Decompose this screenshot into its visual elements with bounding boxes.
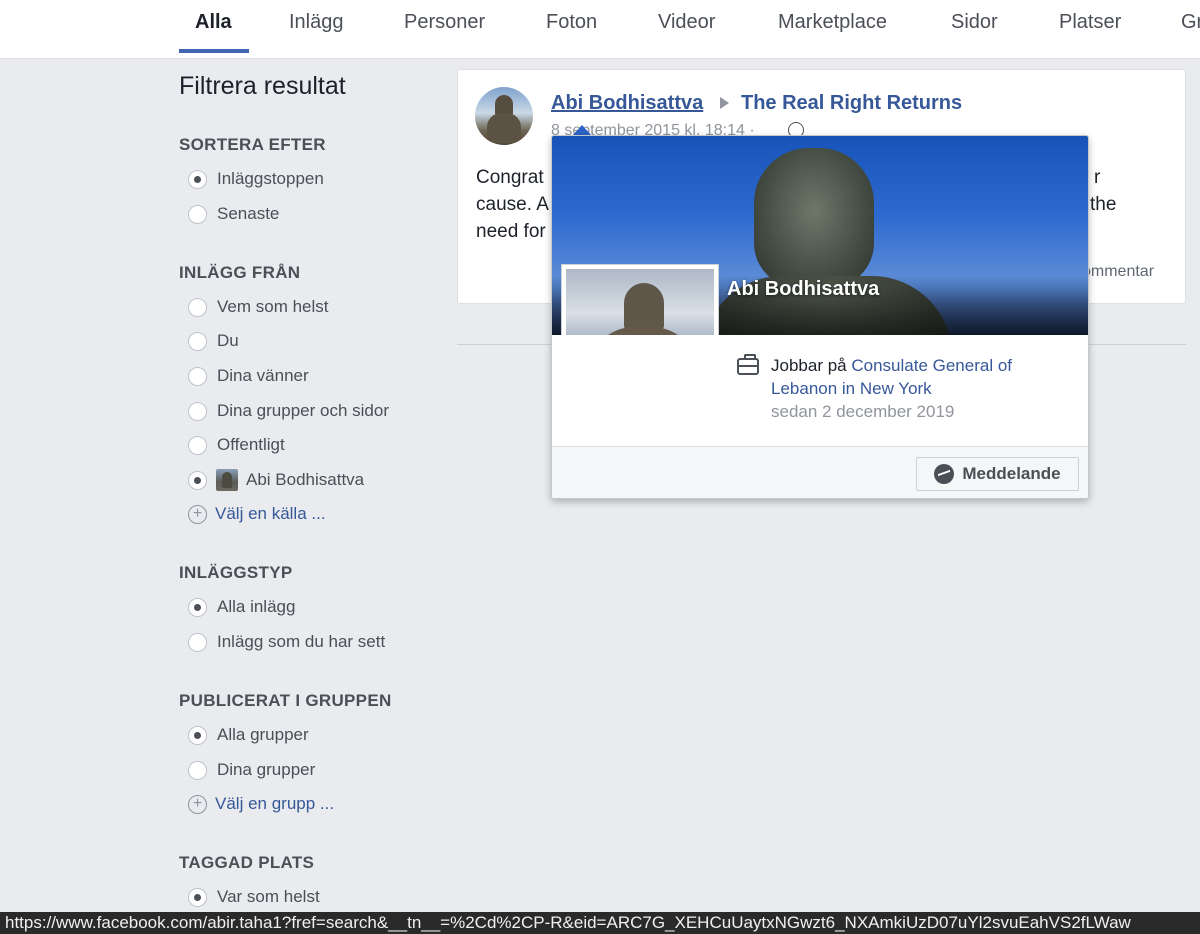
tab-marketplace[interactable]: Marketplace	[778, 11, 887, 34]
post-text-fragment: the	[1090, 194, 1117, 215]
radio-selected[interactable]	[188, 169, 207, 189]
radio[interactable]	[188, 331, 207, 351]
employer-link[interactable]: Consulate General of	[851, 356, 1012, 375]
sort-option-latest[interactable]: Senaste	[188, 203, 279, 225]
option-label: Alla grupper	[217, 725, 309, 744]
active-tab-indicator	[179, 49, 249, 53]
choose-source-link[interactable]: + Välj en källa ...	[188, 503, 326, 525]
author-link[interactable]: Abi Bodhisattva	[551, 92, 703, 115]
radio[interactable]	[188, 760, 207, 780]
tab-foton[interactable]: Foton	[546, 11, 597, 34]
from-option-groups-pages[interactable]: Dina grupper och sidor	[188, 400, 389, 422]
radio-selected[interactable]	[188, 470, 207, 490]
tab-sidor[interactable]: Sidor	[951, 11, 998, 34]
comment-link[interactable]: ommentar	[1082, 263, 1154, 281]
tab-alla[interactable]: Alla	[195, 11, 232, 34]
plus-icon: +	[188, 794, 207, 814]
tab-platser[interactable]: Platser	[1059, 11, 1121, 34]
filter-title: Filtrera resultat	[179, 72, 346, 100]
option-label: Du	[217, 331, 239, 350]
option-label: Dina grupper och sidor	[217, 401, 389, 420]
profile-hovercard: Abi Bodhisattva Jobbar på Consulate Gene…	[551, 135, 1089, 499]
target-page-link[interactable]: The Real Right Returns	[741, 92, 962, 115]
hovercard-footer: Meddelande	[552, 446, 1088, 498]
add-label: Välj en källa ...	[215, 504, 326, 523]
tab-personer[interactable]: Personer	[404, 11, 485, 34]
tab-grupper[interactable]: Gr	[1181, 11, 1200, 34]
from-option-you[interactable]: Du	[188, 330, 239, 352]
post-text-fragment: r	[1094, 167, 1101, 188]
post-text-line: need for	[476, 221, 546, 242]
from-option-abi[interactable]: Abi Bodhisattva	[188, 469, 364, 491]
search-tab-bar: Alla Inlägg Personer Foton Videor Market…	[0, 0, 1200, 59]
radio-selected[interactable]	[188, 887, 207, 907]
option-label: Offentligt	[217, 435, 285, 454]
place-option-anywhere[interactable]: Var som helst	[188, 886, 320, 908]
work-since: sedan 2 december 2019	[771, 402, 955, 421]
radio-selected[interactable]	[188, 725, 207, 745]
message-button-label: Meddelande	[962, 464, 1061, 483]
option-label: Senaste	[217, 204, 280, 223]
briefcase-icon	[737, 354, 759, 375]
post-text-line: Congrat	[476, 167, 544, 188]
link-status-bar: https://www.facebook.com/abir.taha1?fref…	[0, 912, 1200, 934]
hovercard-name[interactable]: Abi Bodhisattva	[727, 278, 879, 301]
radio[interactable]	[188, 366, 207, 386]
author-avatar[interactable]	[475, 87, 533, 145]
tab-inlagg[interactable]: Inlägg	[289, 11, 344, 34]
group-option-all[interactable]: Alla grupper	[188, 724, 309, 746]
work-prefix: Jobbar på	[771, 356, 847, 375]
cover-statue-head	[754, 148, 874, 288]
tab-videor[interactable]: Videor	[658, 11, 715, 34]
place-heading: TAGGAD PLATS	[179, 853, 315, 872]
option-label: Inläggstoppen	[217, 169, 324, 188]
triangle-right-icon	[720, 97, 729, 109]
source-avatar	[216, 469, 238, 491]
option-label: Abi Bodhisattva	[246, 470, 365, 489]
option-label: Dina vänner	[217, 366, 309, 385]
choose-group-link[interactable]: + Välj en grupp ...	[188, 793, 334, 815]
radio-selected[interactable]	[188, 597, 207, 617]
sort-option-top[interactable]: Inläggstoppen	[188, 168, 324, 190]
radio[interactable]	[188, 401, 207, 421]
employer-link-continued[interactable]: Lebanon in New York	[771, 379, 932, 399]
work-line: Jobbar på Consulate General of	[771, 356, 1012, 376]
option-label: Var som helst	[217, 887, 320, 906]
option-label: Vem som helst	[217, 297, 329, 316]
group-heading: PUBLICERAT I GRUPPEN	[179, 691, 392, 710]
type-heading: INLÄGGSTYP	[179, 563, 293, 582]
option-label: Dina grupper	[217, 760, 316, 779]
radio[interactable]	[188, 435, 207, 455]
type-option-seen[interactable]: Inlägg som du har sett	[188, 631, 385, 653]
post-text-line: cause. A	[476, 194, 549, 215]
option-label: Inlägg som du har sett	[217, 632, 386, 651]
radio[interactable]	[188, 204, 207, 224]
group-option-yours[interactable]: Dina grupper	[188, 759, 315, 781]
option-label: Alla inlägg	[217, 597, 296, 616]
radio[interactable]	[188, 297, 207, 317]
messenger-icon	[934, 464, 955, 484]
from-option-anyone[interactable]: Vem som helst	[188, 296, 329, 318]
add-label: Välj en grupp ...	[215, 794, 335, 813]
from-heading: INLÄGG FRÅN	[179, 263, 301, 282]
sort-heading: SORTERA EFTER	[179, 135, 326, 154]
plus-icon: +	[188, 504, 207, 524]
message-button[interactable]: Meddelande	[916, 457, 1079, 491]
hovercard-info: Jobbar på Consulate General of Lebanon i…	[552, 335, 1088, 446]
type-option-all[interactable]: Alla inlägg	[188, 596, 295, 618]
from-option-public[interactable]: Offentligt	[188, 434, 285, 456]
from-option-friends[interactable]: Dina vänner	[188, 365, 309, 387]
radio[interactable]	[188, 632, 207, 652]
